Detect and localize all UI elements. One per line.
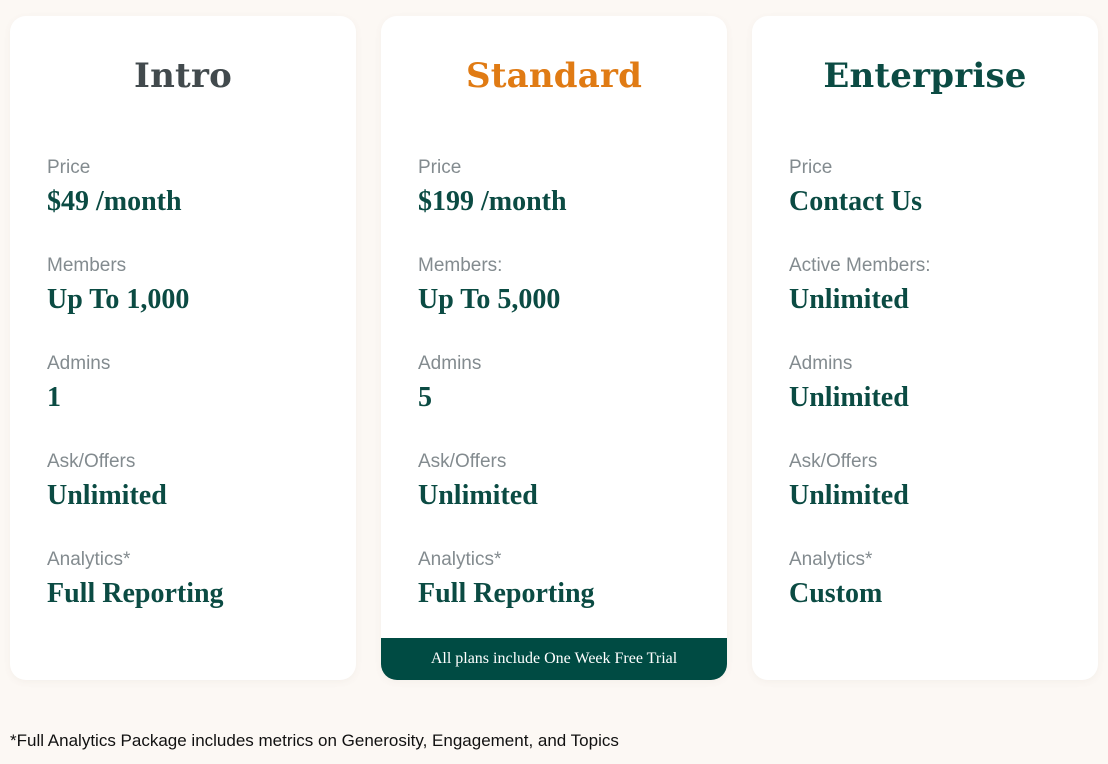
feature-value: Custom	[789, 578, 883, 609]
plan-card-enterprise: Enterprise Price Contact Us Active Membe…	[752, 16, 1098, 680]
feature-value: Unlimited	[418, 480, 538, 511]
feature-ask-offers: Ask/Offers Unlimited	[789, 450, 1078, 548]
feature-price: Price Contact Us	[789, 156, 1078, 254]
feature-analytics: Analytics* Full Reporting	[418, 548, 707, 646]
feature-label: Admins	[47, 353, 111, 374]
analytics-footnote: *Full Analytics Package includes metrics…	[10, 731, 619, 750]
feature-value: $49 /month	[47, 186, 182, 217]
feature-value: 5	[418, 382, 432, 413]
feature-label: Ask/Offers	[47, 451, 136, 472]
feature-value: Full Reporting	[47, 578, 224, 609]
feature-admins: Admins 1	[47, 352, 336, 450]
plan-title: Enterprise	[823, 56, 1027, 96]
feature-label: Analytics*	[789, 549, 873, 570]
feature-value: 1	[47, 382, 61, 413]
plan-card-standard: Standard Price $199 /month Members: Up T…	[381, 16, 727, 680]
feature-list: Price $49 /month Members Up To 1,000 Adm…	[47, 156, 336, 646]
feature-ask-offers: Ask/Offers Unlimited	[47, 450, 336, 548]
feature-analytics: Analytics* Full Reporting	[47, 548, 336, 646]
feature-value: Up To 5,000	[418, 284, 561, 315]
feature-value: Unlimited	[789, 480, 909, 511]
feature-analytics: Analytics* Custom	[789, 548, 1078, 646]
feature-label: Analytics*	[47, 549, 131, 570]
feature-label: Admins	[789, 353, 853, 374]
feature-label: Price	[47, 157, 91, 178]
plan-title: Intro	[134, 56, 232, 96]
feature-members: Active Members: Unlimited	[789, 254, 1078, 352]
feature-value: Unlimited	[47, 480, 167, 511]
feature-label: Members	[47, 255, 127, 276]
feature-price: Price $199 /month	[418, 156, 707, 254]
feature-label: Price	[418, 157, 462, 178]
feature-label: Analytics*	[418, 549, 502, 570]
feature-ask-offers: Ask/Offers Unlimited	[418, 450, 707, 548]
feature-admins: Admins Unlimited	[789, 352, 1078, 450]
feature-admins: Admins 5	[418, 352, 707, 450]
free-trial-banner: All plans include One Week Free Trial	[381, 638, 727, 680]
feature-label: Price	[789, 157, 833, 178]
feature-value: Unlimited	[789, 382, 909, 413]
feature-members: Members: Up To 5,000	[418, 254, 707, 352]
feature-price: Price $49 /month	[47, 156, 336, 254]
plan-title: Standard	[465, 56, 643, 96]
feature-value: Contact Us	[789, 186, 922, 217]
feature-label: Ask/Offers	[789, 451, 878, 472]
feature-value: Up To 1,000	[47, 284, 190, 315]
feature-label: Ask/Offers	[418, 451, 507, 472]
feature-members: Members Up To 1,000	[47, 254, 336, 352]
feature-list: Price Contact Us Active Members: Unlimit…	[789, 156, 1078, 646]
feature-value: Full Reporting	[418, 578, 595, 609]
feature-value: Unlimited	[789, 284, 909, 315]
feature-value: $199 /month	[418, 186, 567, 217]
feature-label: Active Members:	[789, 255, 931, 276]
feature-list: Price $199 /month Members: Up To 5,000 A…	[418, 156, 707, 646]
plan-card-intro: Intro Price $49 /month Members Up To 1,0…	[10, 16, 356, 680]
feature-label: Admins	[418, 353, 482, 374]
feature-label: Members:	[418, 255, 503, 276]
